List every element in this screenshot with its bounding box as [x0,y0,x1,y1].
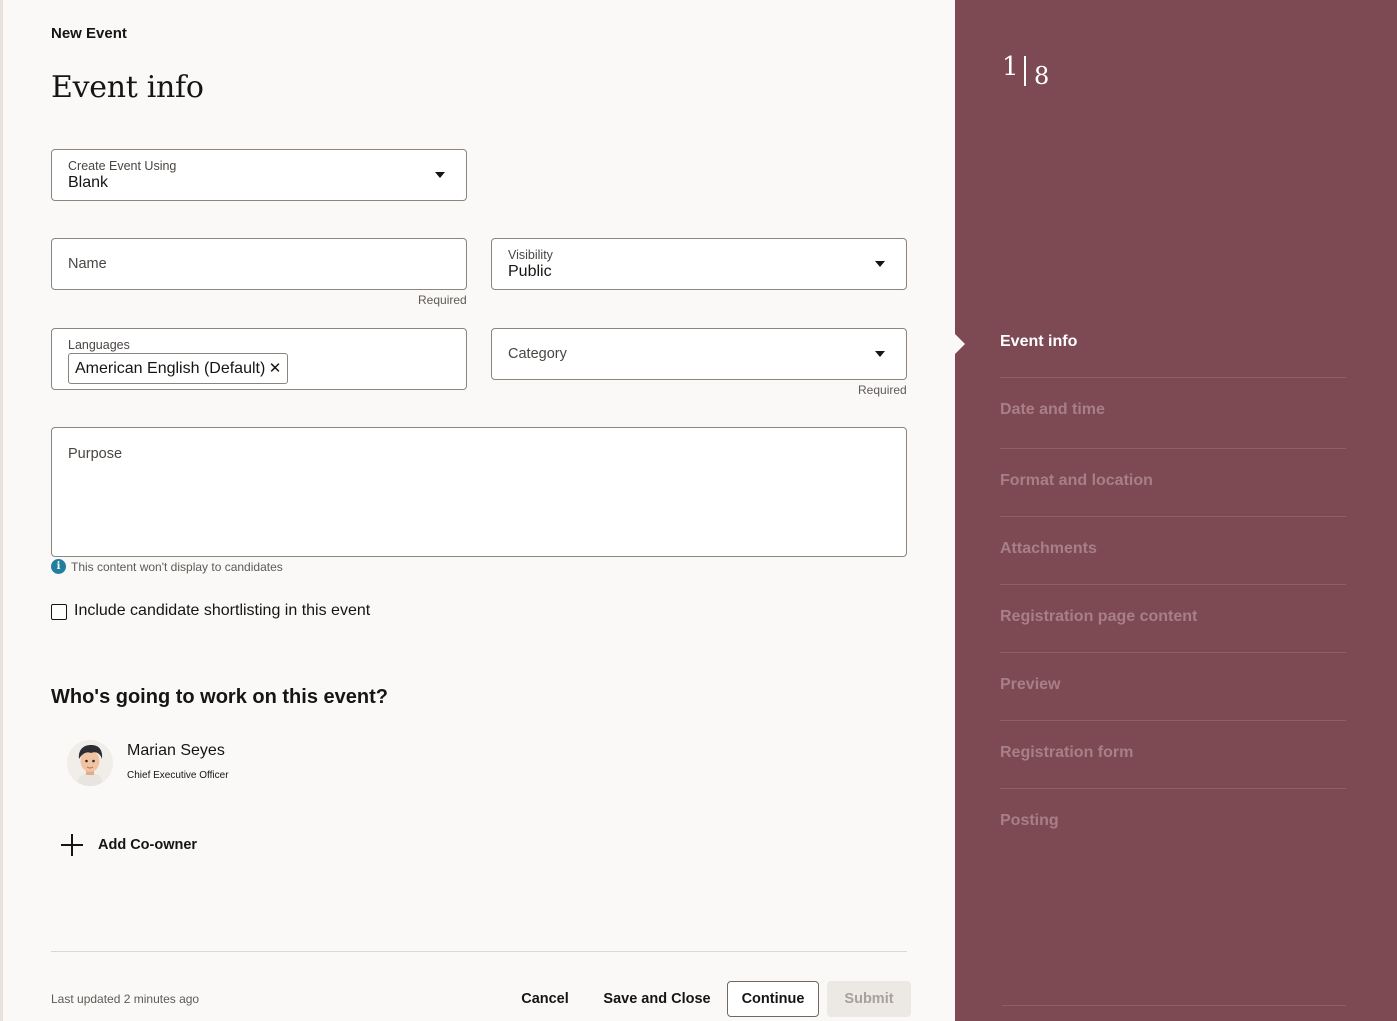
create-event-using-select[interactable]: Create Event Using Blank [51,149,467,201]
chevron-down-icon [875,351,885,357]
page-title: Event info [51,70,204,105]
last-updated-text: Last updated 2 minutes ago [51,992,200,1006]
shortlisting-label[interactable]: Include candidate shortlisting in this e… [74,602,370,620]
step-separator [1000,516,1346,517]
step-preview[interactable]: Preview [1000,676,1346,694]
plus-icon [61,834,83,856]
active-step-pointer [955,334,965,354]
step-separator [1000,377,1346,378]
name-required-hint: Required [418,293,467,307]
visibility-value: Public [508,263,552,280]
step-separator [1000,720,1346,721]
shortlisting-checkbox[interactable] [51,604,67,620]
step-separator [1000,788,1346,789]
purpose-placeholder: Purpose [68,446,123,462]
save-and-close-button[interactable]: Save and Close [597,981,717,1017]
add-coowner-label: Add Co-owner [98,837,198,853]
purpose-textarea[interactable]: Purpose [51,427,907,557]
owner-title: Chief Executive Officer [127,770,229,781]
cancel-button[interactable]: Cancel [509,981,581,1017]
language-chip-label: American English (Default) [75,360,266,377]
info-icon: i [51,559,66,574]
breadcrumb: New Event [51,25,127,42]
continue-button[interactable]: Continue [727,981,819,1017]
current-step-number: 1 [1002,52,1019,82]
step-event-info[interactable]: Event info [1000,333,1346,351]
visibility-select[interactable]: Visibility Public [491,238,907,290]
step-date-and-time[interactable]: Date and time [1000,401,1346,419]
purpose-info-text: This content won't display to candidates [71,560,283,574]
chevron-down-icon [875,261,885,267]
name-placeholder: Name [68,256,107,272]
create-event-using-value: Blank [68,174,109,191]
close-icon[interactable]: ✕ [269,354,282,383]
step-format-and-location[interactable]: Format and location [1000,472,1346,490]
languages-input[interactable]: Languages American English (Default) ✕ [51,328,467,390]
main-content: New Event Event info Create Event Using … [0,0,955,1021]
visibility-label: Visibility [508,248,553,262]
step-panel: 1 8 Event info Date and time Format and … [955,0,1397,1021]
step-separator [1000,584,1346,585]
panel-bottom-divider [1002,1005,1346,1006]
total-steps-number: 8 [1034,62,1050,90]
avatar [67,740,113,786]
team-section-title: Who's going to work on this event? [51,686,388,708]
step-registration-form[interactable]: Registration form [1000,744,1346,762]
category-placeholder: Category [508,346,567,362]
languages-label: Languages [68,338,130,352]
step-separator [1000,652,1346,653]
chevron-down-icon [435,172,445,178]
language-chip[interactable]: American English (Default) ✕ [68,353,289,384]
submit-button[interactable]: Submit [827,981,911,1017]
step-posting[interactable]: Posting [1000,812,1346,830]
footer-divider [51,951,907,952]
create-event-using-label: Create Event Using [68,159,177,173]
name-input[interactable]: Name [51,238,467,290]
category-select[interactable]: Category [491,328,907,380]
step-attachments[interactable]: Attachments [1000,540,1346,558]
owner-name: Marian Seyes [127,742,225,759]
step-separator [1000,448,1346,449]
step-counter-divider [1024,56,1026,86]
category-required-hint: Required [858,383,907,397]
step-registration-page-content[interactable]: Registration page content [1000,608,1346,626]
